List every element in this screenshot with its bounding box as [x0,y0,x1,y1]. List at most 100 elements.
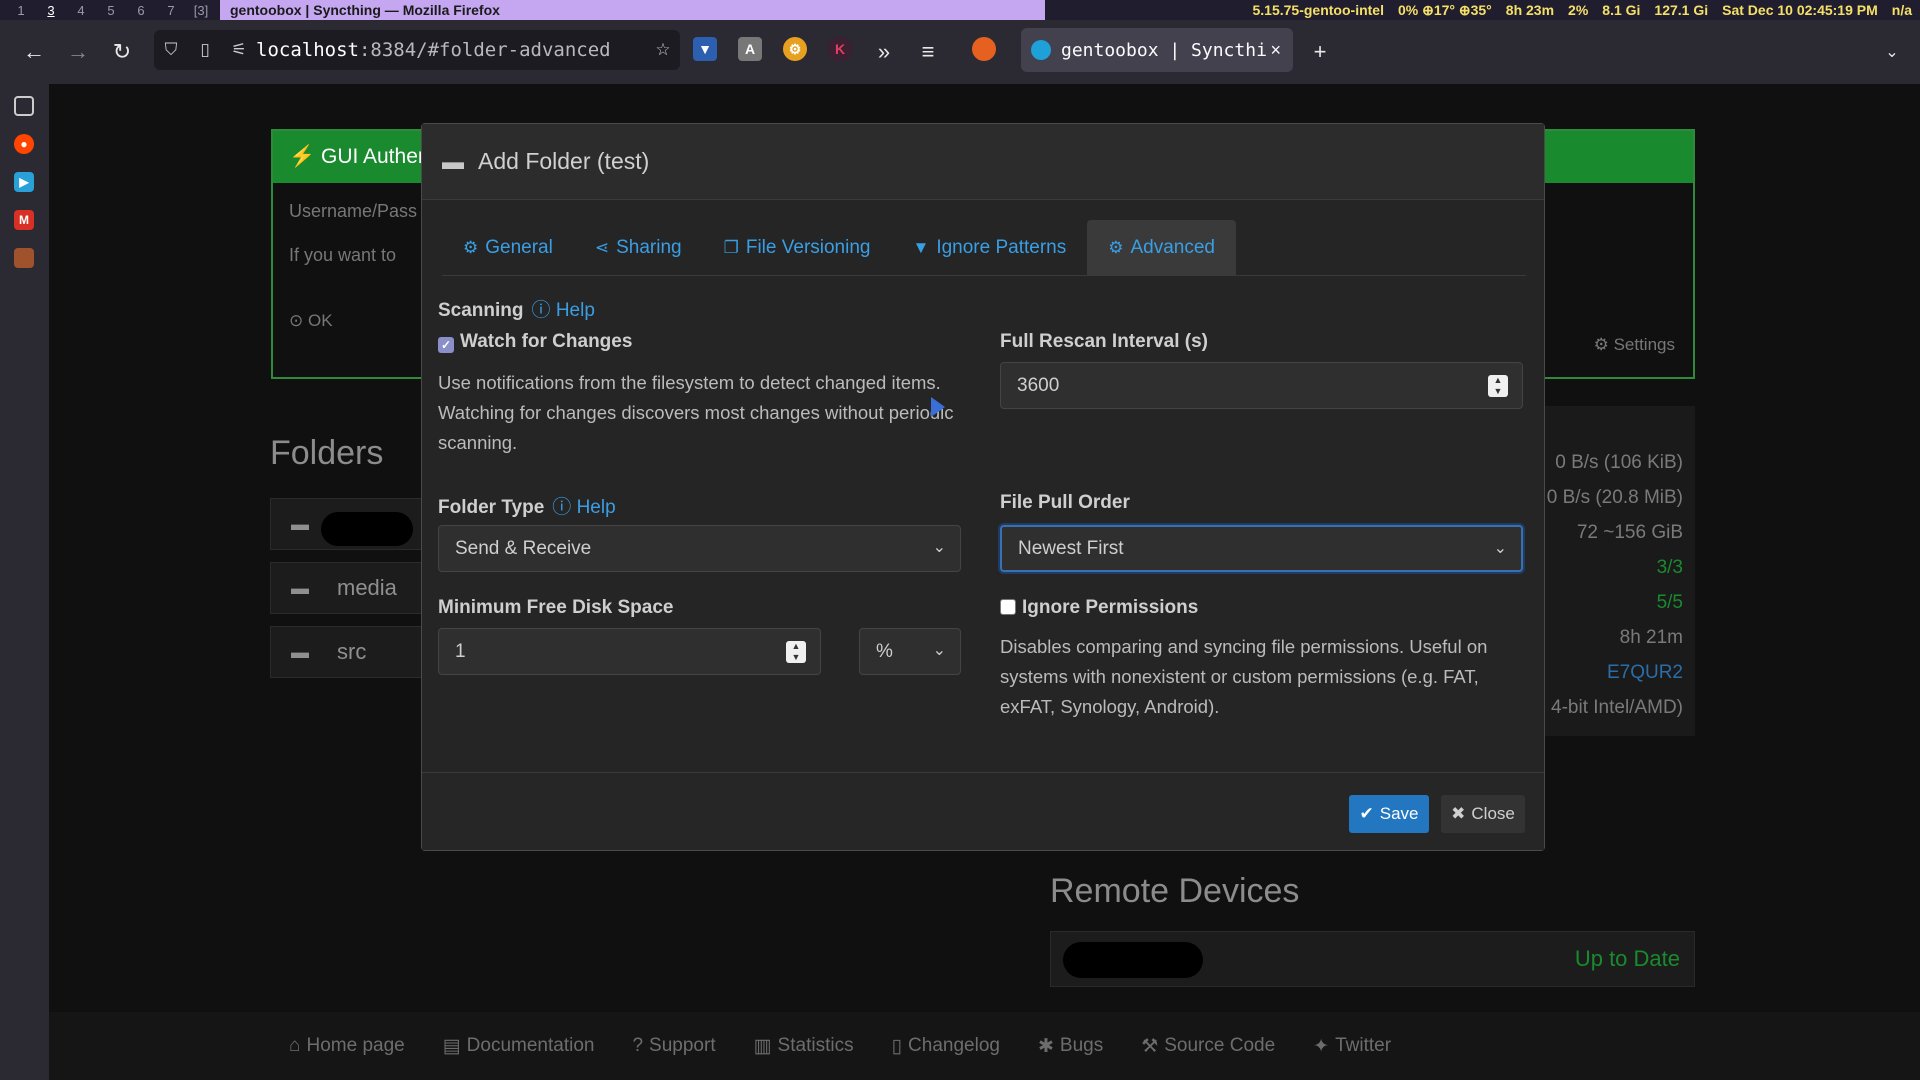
save-label: Save [1379,804,1419,823]
active-window-title: gentoobox | Syncthing — Mozilla Firefox [220,0,1045,20]
watch-checkbox[interactable]: ✓ [438,337,454,353]
close-label: Close [1471,804,1515,823]
folder-icon[interactable] [14,96,34,116]
bitwarden-icon[interactable]: ▼ [693,37,717,61]
min-disk-unit-select[interactable]: % ⌄ [859,628,961,675]
remote-device-row[interactable]: Up to Date [1050,931,1695,987]
ignore-permissions[interactable]: Ignore Permissions [1000,597,1198,619]
min-disk-input[interactable]: 1 ▲ ▼ [438,628,821,675]
footer-documentation[interactable]: ▤ Documentation [443,1035,595,1058]
gear-icon: ⚙ [463,238,479,257]
list-tabs-icon[interactable]: ⌄ [1872,32,1912,72]
tab-ignore-patterns[interactable]: ▼ Ignore Patterns [891,220,1087,276]
settings-button[interactable]: ⚙ Settings [1594,335,1675,355]
scanning-help-link[interactable]: ⓘ Help [532,300,595,321]
menu-icon[interactable]: ≡ [908,32,948,72]
workspace-5[interactable]: 5 [96,3,126,18]
redacted-blob [321,512,413,546]
workspace-1[interactable]: 1 [6,3,36,18]
footer-home-page[interactable]: ⌂ Home page [289,1035,405,1057]
tab-syncthing[interactable]: gentoobox | Syncthi × [1021,28,1293,72]
rescan-interval-input[interactable]: 3600 ▲ ▼ [1000,362,1523,409]
footer-label: Source Code [1164,1035,1276,1056]
extension-3-icon[interactable]: K [828,37,852,61]
close-button[interactable]: ✖ Close [1441,795,1525,833]
close-tab-icon[interactable]: × [1270,40,1281,61]
footer-label: Twitter [1335,1035,1392,1056]
dialog-title: Add Folder (test) [478,148,650,174]
footer-changelog[interactable]: ▯ Changelog [892,1035,1000,1058]
back-arrow-icon[interactable]: ← [14,32,54,72]
reload-icon[interactable]: ↻ [102,32,142,72]
extension-2-icon[interactable]: ⚙ [783,37,807,61]
watch-description: Use notifications from the filesystem to… [438,372,954,453]
folder-icon: ▬ [442,148,464,174]
tab-label: File Versioning [745,237,871,258]
url-bar[interactable]: ⛉ ▯ ⚟ localhost:8384/#folder-advanced ☆ [154,30,680,70]
tab-label: Ignore Patterns [936,237,1067,258]
chevron-down-icon: ⌄ [932,642,946,659]
folder-type-select[interactable]: Send & Receive ⌄ [438,525,961,572]
number-stepper-icon[interactable]: ▲ ▼ [786,641,806,663]
ignore-permissions-checkbox[interactable] [1000,599,1016,615]
workspace-layout[interactable]: [3] [186,3,216,18]
page-icon[interactable]: ▯ [188,40,222,60]
misc-status: n/a [1891,1,1912,18]
gmail-icon[interactable]: M [14,210,34,230]
tab-general[interactable]: ⚙ General [442,220,574,276]
workspace-6[interactable]: 6 [126,3,156,18]
new-tab-icon[interactable]: + [1300,32,1340,72]
min-disk-label: Minimum Free Disk Space [438,597,674,618]
disk: 127.1 Gi [1654,1,1709,18]
avatar-icon[interactable] [14,248,34,268]
syncthing-favicon-icon [1031,40,1051,60]
number-stepper-icon[interactable]: ▲ ▼ [1488,375,1508,397]
shield-icon[interactable]: ⛉ [154,40,188,60]
forward-arrow-icon[interactable]: → [58,32,98,72]
folder-type-help-link[interactable]: ⓘ Help [552,497,615,518]
footer-statistics[interactable]: ▥ Statistics [754,1035,854,1058]
min-disk-unit: % [876,640,893,662]
system-stats: 5.15.75-gentoo-intel 0% ⊕17° ⊕35° 8h 23m… [1050,2,1920,19]
tab-file-versioning[interactable]: ❐ File Versioning [703,220,892,276]
help-text: Help [555,300,595,321]
extension-icon[interactable]: A [738,37,762,61]
browser-toolbar: ← → ↻ ⛉ ▯ ⚟ localhost:8384/#folder-advan… [0,20,1920,84]
url-path: :8384/#folder-advanced [358,39,611,61]
help-circle-icon: ⓘ [531,300,551,321]
footer-bugs[interactable]: ✱ Bugs [1038,1035,1103,1058]
firefox-icon[interactable] [972,37,996,61]
workspace-7[interactable]: 7 [156,3,186,18]
footer-label: Documentation [466,1035,595,1056]
browser-sidebar: ● ▶ M [0,84,49,1080]
watch-for-changes[interactable]: ✓ Watch for Changes [438,331,632,353]
footer-twitter[interactable]: ✦ Twitter [1313,1035,1391,1058]
chevron-down-icon: ⌄ [932,539,946,556]
folder-icon: ▬ [291,513,309,534]
uptime: 8h 23m [1505,1,1555,18]
mouse-cursor-icon [931,397,945,417]
permissions-icon[interactable]: ⚟ [222,40,256,60]
folder-type-label: Folder Type ⓘ Help [438,492,616,519]
tab-label: General [485,237,553,258]
messenger-icon[interactable]: ▶ [14,172,34,192]
save-button[interactable]: ✔ Save [1349,795,1429,833]
filter-icon: ▼ [912,238,930,257]
folder-icon: ▬ [291,577,309,598]
tab-sharing[interactable]: ⋖ Sharing [574,220,703,276]
chart-icon: ▥ [753,1035,772,1057]
tab-title: gentoobox | Syncthi [1061,39,1267,61]
workspace-3[interactable]: 3 [36,3,66,18]
reddit-icon[interactable]: ● [14,134,34,154]
more-tools-icon[interactable]: » [864,32,904,72]
pull-order-select[interactable]: Newest First ⌄ [1000,525,1523,572]
pull-order-value: Newest First [1018,537,1124,559]
workspace-4[interactable]: 4 [66,3,96,18]
add-folder-dialog: ▬ Add Folder (test) ⚙ General ⋖ Sharing ❐ F… [421,123,1545,851]
remote-devices-title: Remote Devices [1050,872,1300,910]
footer-support[interactable]: ? Support [632,1035,715,1057]
footer-source-code[interactable]: ⚒ Source Code [1141,1035,1275,1058]
tab-advanced[interactable]: ⚙ Advanced [1087,220,1236,276]
file-icon: ▯ [891,1035,903,1057]
bookmark-star-icon[interactable]: ☆ [646,40,680,60]
